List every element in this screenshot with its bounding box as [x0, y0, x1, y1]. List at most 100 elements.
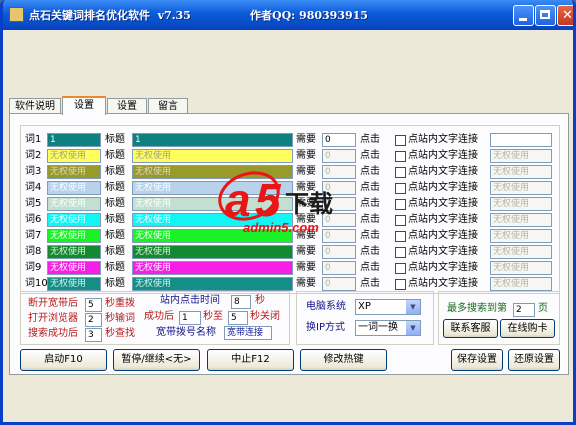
after-search-seconds-input[interactable]: 3: [85, 328, 102, 342]
title-label: 标题: [105, 230, 125, 241]
title-bar[interactable]: 点石关键词排名优化软件 v7.35 作者QQ: 980393915 ✕: [3, 0, 573, 30]
keyword-input[interactable]: 无权使用: [47, 181, 101, 195]
svg-text:5: 5: [255, 174, 282, 226]
buy-card-button[interactable]: 在线购卡: [500, 319, 555, 338]
keyword-input[interactable]: 1: [47, 133, 101, 147]
title-label: 标题: [105, 166, 125, 177]
title-label: 标题: [105, 262, 125, 273]
link-text-input[interactable]: 无权使用: [490, 261, 552, 275]
keyword-input[interactable]: 无权使用: [47, 229, 101, 243]
link-text-input[interactable]: 无权使用: [490, 277, 552, 291]
onsite-link-checkbox[interactable]: [395, 279, 406, 290]
os-select[interactable]: XP ▼: [355, 299, 421, 315]
onsite-link-label: 点站内文字连接: [408, 182, 478, 193]
author-qq: 作者QQ: 980393915: [250, 9, 368, 22]
link-text-input[interactable]: 无权使用: [490, 181, 552, 195]
tab-settings[interactable]: 设置: [107, 98, 147, 114]
click-count-input[interactable]: 0: [322, 245, 356, 259]
dial-name-input[interactable]: 宽带连接: [224, 326, 272, 340]
onsite-link-label: 点站内文字连接: [408, 150, 478, 161]
disconnect-seconds-input[interactable]: 5: [85, 298, 102, 312]
onsite-link-label: 点站内文字连接: [408, 230, 478, 241]
title-input[interactable]: 无权使用: [132, 245, 293, 259]
maximize-icon: [540, 10, 550, 19]
title-label: 标题: [105, 198, 125, 209]
ip-select[interactable]: 一词一换 ▼: [355, 320, 421, 336]
link-text-input[interactable]: 无权使用: [490, 197, 552, 211]
maximize-button[interactable]: [535, 5, 556, 26]
keyword-input[interactable]: 无权使用: [47, 165, 101, 179]
keyword-input[interactable]: 无权使用: [47, 149, 101, 163]
keyword-input[interactable]: 无权使用: [47, 261, 101, 275]
minimize-button[interactable]: [513, 5, 534, 26]
tab-help[interactable]: 软件说明: [9, 98, 61, 114]
start-button[interactable]: 启动F10: [20, 349, 107, 371]
onsite-click-input[interactable]: 8: [231, 295, 251, 309]
success-to-input[interactable]: 5: [228, 311, 248, 325]
onsite-link-label: 点站内文字连接: [408, 246, 478, 257]
pause-resume-button[interactable]: 暂停/继续<无>: [113, 349, 200, 371]
click-label: 点击: [360, 246, 380, 257]
onsite-link-checkbox[interactable]: [395, 183, 406, 194]
link-text-input[interactable]: 无权使用: [490, 245, 552, 259]
keyword-row-label: 词5: [25, 198, 42, 209]
admin5-watermark: a 5 下载 admin5.com: [215, 160, 373, 236]
keyword-input[interactable]: 无权使用: [47, 213, 101, 227]
keyword-row-label: 词7: [25, 230, 42, 241]
click-count-input[interactable]: 0: [322, 261, 356, 275]
search-depth-input[interactable]: 2: [513, 303, 535, 317]
onsite-link-checkbox[interactable]: [395, 231, 406, 242]
title-label: 标题: [105, 134, 125, 145]
click-label: 点击: [360, 278, 380, 289]
title-input[interactable]: 1: [132, 133, 293, 147]
success-from-input[interactable]: 1: [179, 311, 201, 325]
link-text-input[interactable]: 无权使用: [490, 165, 552, 179]
stop-button[interactable]: 中止F12: [207, 349, 294, 371]
save-settings-button[interactable]: 保存设置: [451, 349, 503, 371]
onsite-link-label: 点站内文字连接: [408, 198, 478, 209]
window-title: 点石关键词排名优化软件 v7.35: [29, 9, 191, 22]
click-count-input[interactable]: 0: [322, 277, 356, 291]
onsite-link-label: 点站内文字连接: [408, 134, 478, 145]
onsite-link-checkbox[interactable]: [395, 167, 406, 178]
onsite-link-checkbox[interactable]: [395, 135, 406, 146]
contact-support-button[interactable]: 联系客服: [443, 319, 498, 338]
tab-settings-active[interactable]: 设置: [62, 96, 106, 115]
onsite-link-checkbox[interactable]: [395, 247, 406, 258]
success-label: 成功后: [144, 311, 174, 322]
title-input[interactable]: 无权使用: [132, 277, 293, 291]
restore-settings-button[interactable]: 还原设置: [508, 349, 560, 371]
keyword-row-label: 词4: [25, 182, 42, 193]
onsite-link-checkbox[interactable]: [395, 151, 406, 162]
page-unit-label: 页: [538, 303, 548, 314]
tab-message[interactable]: 留言: [148, 98, 188, 114]
keyword-input[interactable]: 无权使用: [47, 245, 101, 259]
keyword-row-label: 词9: [25, 262, 42, 273]
close-button[interactable]: ✕: [557, 5, 573, 26]
settings-panel: 词1 1 标题 1 需要 0 点击 点站内文字连接 词2 无权使用 标题 无权使用 需要 0 点击 点站内文字…: [9, 113, 569, 375]
svg-text:下载: 下载: [285, 190, 333, 218]
click-count-input[interactable]: 0: [322, 133, 356, 147]
onsite-link-label: 点站内文字连接: [408, 278, 478, 289]
keyword-input[interactable]: 无权使用: [47, 277, 101, 291]
onsite-link-checkbox[interactable]: [395, 199, 406, 210]
link-text-input[interactable]: 无权使用: [490, 213, 552, 227]
title-input[interactable]: 无权使用: [132, 261, 293, 275]
onsite-link-checkbox[interactable]: [395, 215, 406, 226]
svg-text:a: a: [225, 174, 251, 226]
need-label: 需要: [296, 278, 316, 289]
input-word-label: 秒输词: [105, 313, 135, 324]
need-label: 需要: [296, 262, 316, 273]
click-label: 点击: [360, 262, 380, 273]
keyword-input[interactable]: 无权使用: [47, 197, 101, 211]
onsite-link-label: 点站内文字连接: [408, 166, 478, 177]
redial-label: 秒重拨: [105, 298, 135, 309]
modify-hotkey-button[interactable]: 修改热键: [300, 349, 387, 371]
link-text-input[interactable]: 无权使用: [490, 149, 552, 163]
app-icon: [9, 7, 24, 22]
open-browser-seconds-input[interactable]: 2: [85, 313, 102, 327]
link-text-input[interactable]: 无权使用: [490, 229, 552, 243]
onsite-link-checkbox[interactable]: [395, 263, 406, 274]
link-text-input[interactable]: [490, 133, 552, 147]
keyword-row-label: 词6: [25, 214, 42, 225]
